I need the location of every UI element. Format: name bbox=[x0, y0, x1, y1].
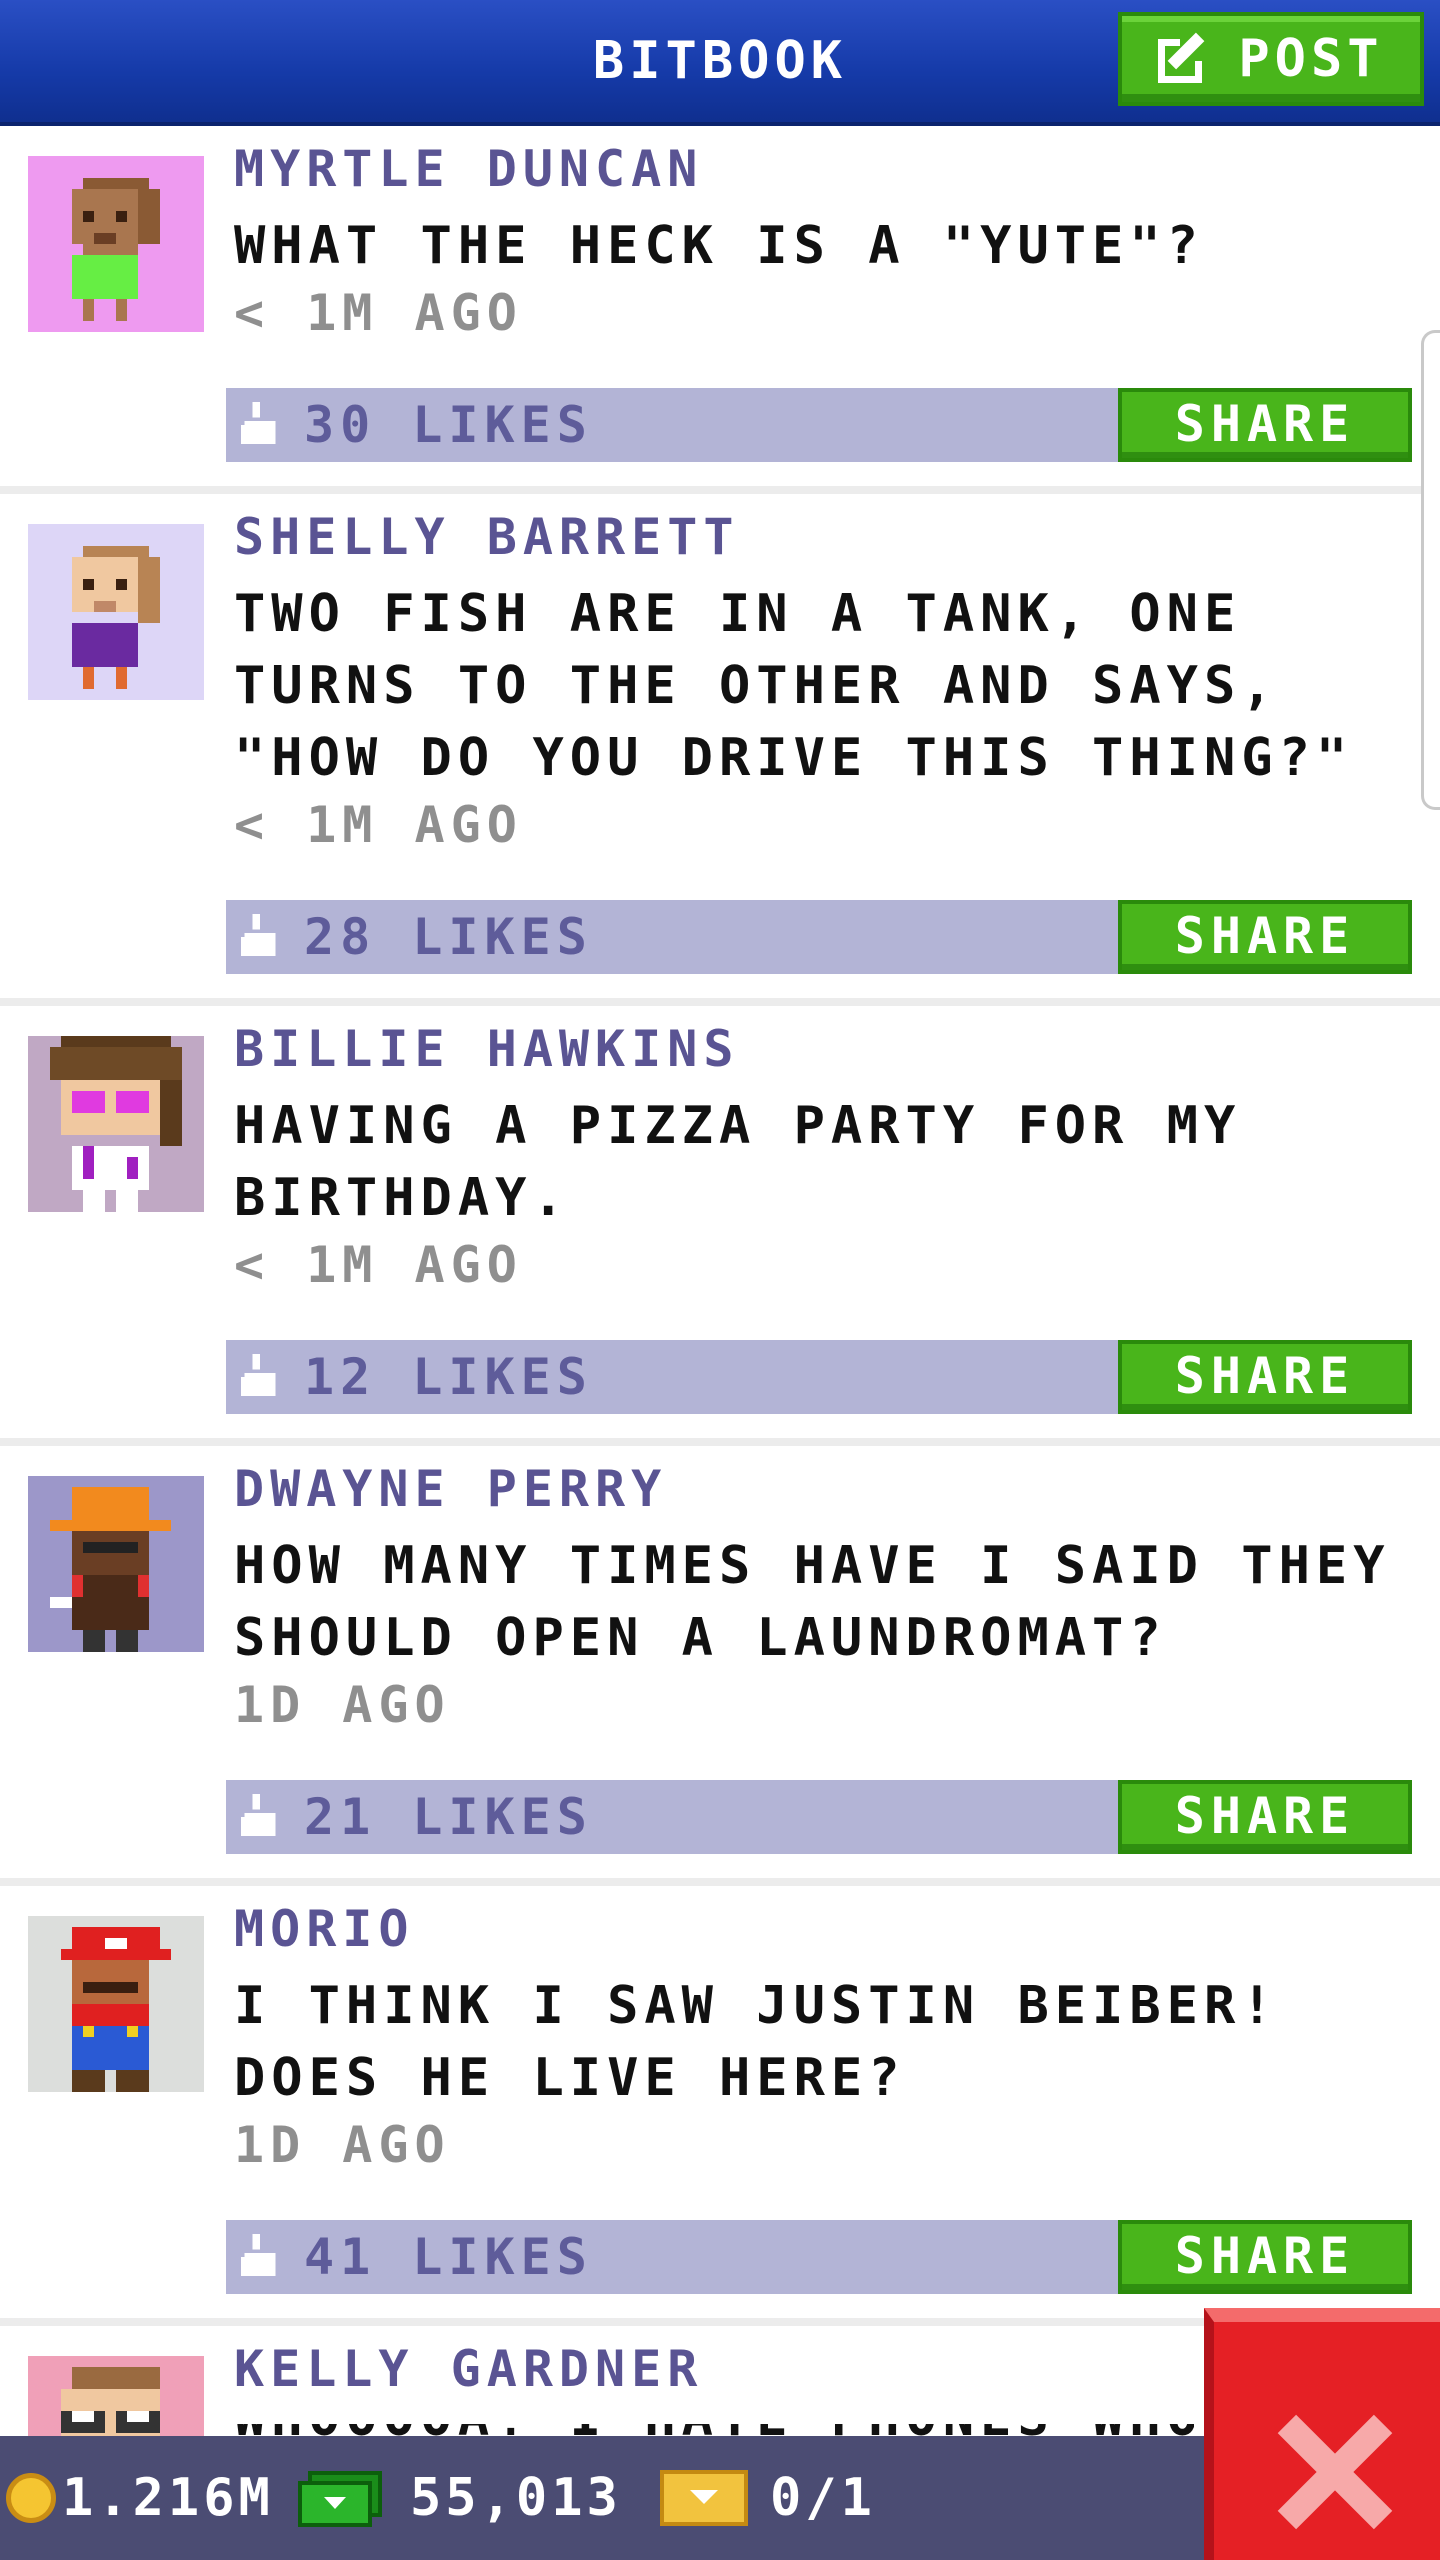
share-button[interactable]: SHARE bbox=[1118, 1780, 1412, 1854]
like-icon[interactable] bbox=[240, 1354, 280, 1400]
bux-value: 55,013 bbox=[410, 2468, 622, 2528]
ticket-icon bbox=[660, 2470, 748, 2526]
app-header: BITBOOK POST bbox=[0, 0, 1440, 126]
avatar[interactable] bbox=[28, 524, 204, 700]
compose-icon bbox=[1158, 31, 1214, 87]
tickets-stat: 0/1 bbox=[660, 2436, 876, 2560]
like-icon[interactable] bbox=[240, 1794, 280, 1840]
post-author[interactable]: BILLIE HAWKINS bbox=[234, 1020, 739, 1078]
post-message: HOW MANY TIMES HAVE I SAID THEY SHOULD O… bbox=[234, 1536, 1391, 1668]
post-author[interactable]: SHELLY BARRETT bbox=[234, 508, 739, 566]
post-message: WHAT THE HECK IS A "YUTE"? bbox=[234, 216, 1204, 276]
post-time: 1D AGO bbox=[234, 2116, 451, 2174]
likes-bar: 28 LIKES SHARE bbox=[226, 900, 1412, 974]
avatar-image bbox=[28, 1916, 204, 2092]
likes-bar: 30 LIKES SHARE bbox=[226, 388, 1412, 462]
likes-bar: 41 LIKES SHARE bbox=[226, 2220, 1412, 2294]
coins-stat: 1.216M bbox=[6, 2436, 274, 2560]
post-message: I THINK I SAW JUSTIN BEIBER! DOES HE LIV… bbox=[234, 1976, 1279, 2108]
likes-bar: 21 LIKES SHARE bbox=[226, 1780, 1412, 1854]
share-button[interactable]: SHARE bbox=[1118, 2220, 1412, 2294]
avatar[interactable] bbox=[28, 1476, 204, 1652]
like-icon[interactable] bbox=[240, 402, 280, 448]
post-author[interactable]: DWAYNE PERRY bbox=[234, 1460, 667, 1518]
share-button[interactable]: SHARE bbox=[1118, 1340, 1412, 1414]
likes-count: 21 LIKES bbox=[304, 1788, 593, 1846]
post-author[interactable]: MORIO bbox=[234, 1900, 415, 1958]
close-button[interactable] bbox=[1204, 2308, 1440, 2560]
divider bbox=[0, 1878, 1440, 1886]
post-button[interactable]: POST bbox=[1118, 12, 1424, 106]
share-button[interactable]: SHARE bbox=[1118, 388, 1412, 462]
likes-count: 41 LIKES bbox=[304, 2228, 593, 2286]
likes-bar: 12 LIKES SHARE bbox=[226, 1340, 1412, 1414]
post-message-partial: WHOOOOA! I HATE PHONES WHO DO bbox=[234, 2424, 1194, 2436]
post-time: 1D AGO bbox=[234, 1676, 451, 1734]
like-icon[interactable] bbox=[240, 914, 280, 960]
post-time: < 1M AGO bbox=[234, 284, 523, 342]
divider bbox=[0, 998, 1440, 1006]
avatar[interactable] bbox=[28, 2356, 204, 2436]
bux-stat: 55,013 bbox=[298, 2436, 622, 2560]
post-author[interactable]: KELLY GARDNER bbox=[234, 2340, 703, 2398]
post-message: HAVING A PIZZA PARTY FOR MY BIRTHDAY. bbox=[234, 1096, 1242, 1228]
likes-count: 28 LIKES bbox=[304, 908, 593, 966]
avatar[interactable] bbox=[28, 1916, 204, 2092]
avatar-image bbox=[28, 156, 204, 332]
post-time: < 1M AGO bbox=[234, 796, 523, 854]
coin-icon bbox=[6, 2473, 56, 2523]
avatar[interactable] bbox=[28, 1036, 204, 1212]
post-time: < 1M AGO bbox=[234, 1236, 523, 1294]
likes-count: 30 LIKES bbox=[304, 396, 593, 454]
avatar-image bbox=[28, 2356, 204, 2436]
coins-value: 1.216M bbox=[62, 2468, 274, 2528]
scrollbar[interactable] bbox=[1421, 330, 1440, 810]
divider bbox=[0, 486, 1440, 494]
avatar[interactable] bbox=[28, 156, 204, 332]
divider bbox=[0, 1438, 1440, 1446]
tickets-value: 0/1 bbox=[770, 2468, 876, 2528]
bux-icon bbox=[298, 2471, 382, 2527]
likes-count: 12 LIKES bbox=[304, 1348, 593, 1406]
close-icon bbox=[1272, 2412, 1393, 2532]
share-button[interactable]: SHARE bbox=[1118, 900, 1412, 974]
like-icon[interactable] bbox=[240, 2234, 280, 2280]
post-author[interactable]: MYRTLE DUNCAN bbox=[234, 140, 703, 198]
avatar-image bbox=[28, 1476, 204, 1652]
post-button-label: POST bbox=[1238, 29, 1384, 89]
avatar-image bbox=[28, 524, 204, 700]
post-message: TWO FISH ARE IN A TANK, ONE TURNS TO THE… bbox=[234, 584, 1354, 788]
avatar-image bbox=[28, 1036, 204, 1212]
